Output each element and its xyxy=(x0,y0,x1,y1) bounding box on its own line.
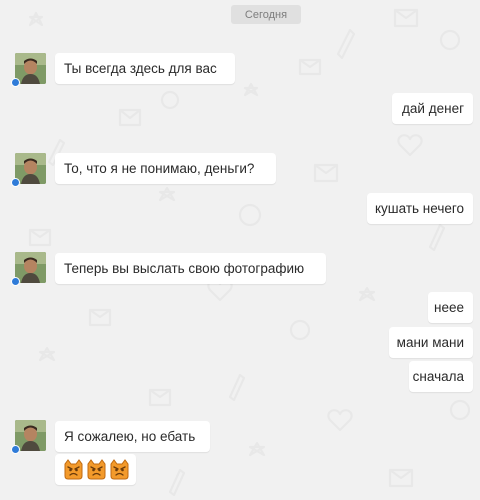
online-status-dot xyxy=(11,178,20,187)
contact-avatar[interactable] xyxy=(15,252,46,283)
online-status-dot xyxy=(11,445,20,454)
message-text: Ты всегда здесь для вас xyxy=(64,61,217,76)
angry-cat-emoji xyxy=(87,459,106,480)
message-text: Я сожалею, но ебать xyxy=(64,429,196,444)
outgoing-message[interactable]: кушать нечего xyxy=(367,193,473,224)
message-text: дай денег xyxy=(402,101,464,116)
date-separator: Сегодня xyxy=(231,5,301,24)
date-separator-label: Сегодня xyxy=(244,8,288,21)
contact-photo xyxy=(15,53,46,84)
online-status-dot xyxy=(11,78,20,87)
contact-avatar[interactable] xyxy=(15,420,46,451)
incoming-message[interactable]: То, что я не понимаю, деньги? xyxy=(55,153,276,184)
incoming-message[interactable]: Теперь вы выслать свою фотографию xyxy=(55,253,326,284)
contact-avatar[interactable] xyxy=(15,153,46,184)
contact-photo xyxy=(15,420,46,451)
message-text: сначала xyxy=(412,369,464,384)
chat-area: Сегодня Ты всегда здесь для вас дай дене… xyxy=(0,0,480,500)
message-text: неее xyxy=(434,300,464,315)
emoji-message[interactable] xyxy=(55,454,136,485)
angry-cat-emoji xyxy=(64,459,83,480)
contact-avatar[interactable] xyxy=(15,53,46,84)
contact-photo xyxy=(15,252,46,283)
outgoing-message[interactable]: неее xyxy=(428,292,473,323)
message-text: То, что я не понимаю, деньги? xyxy=(64,161,255,176)
incoming-message[interactable]: Ты всегда здесь для вас xyxy=(55,53,235,84)
incoming-message[interactable]: Я сожалею, но ебать xyxy=(55,421,210,452)
message-text: кушать нечего xyxy=(374,201,464,216)
outgoing-message[interactable]: мани мани xyxy=(389,327,473,358)
contact-photo xyxy=(15,153,46,184)
message-text: мани мани xyxy=(396,335,464,350)
message-text: Теперь вы выслать свою фотографию xyxy=(64,261,305,276)
outgoing-message[interactable]: дай денег xyxy=(392,93,473,124)
angry-cat-emoji xyxy=(110,459,129,480)
online-status-dot xyxy=(11,277,20,286)
outgoing-message[interactable]: сначала xyxy=(409,361,473,392)
